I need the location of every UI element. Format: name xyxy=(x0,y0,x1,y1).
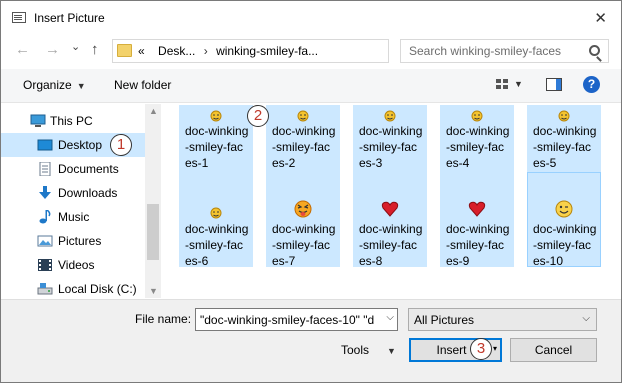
downloads-icon xyxy=(39,186,51,199)
tools-label: Tools xyxy=(341,343,370,357)
file-name: doc-winking-smiley-faces-3 xyxy=(359,124,423,170)
view-options-dropdown-icon[interactable]: ▼ xyxy=(514,79,523,89)
music-icon xyxy=(39,210,51,224)
step-1-badge: 1 xyxy=(110,134,132,156)
search-icon[interactable] xyxy=(589,45,600,56)
desktop-icon xyxy=(37,139,53,151)
file-item[interactable]: doc-winking-smiley-faces-10 xyxy=(527,172,601,268)
videos-icon xyxy=(38,259,52,271)
change-view-icon[interactable] xyxy=(496,79,509,91)
file-name: doc-winking-smiley-faces-5 xyxy=(533,124,597,170)
recent-locations-chevron-icon[interactable]: ⌄ xyxy=(71,40,80,53)
pictures-icon xyxy=(37,235,53,247)
file-name-input[interactable]: "doc-winking-smiley-faces-10" "d xyxy=(200,313,380,327)
file-type-value: All Pictures xyxy=(414,313,475,327)
search-box[interactable]: Search winking-smiley-faces xyxy=(400,39,609,63)
sidebar-item-documents[interactable]: Documents xyxy=(1,157,145,181)
file-item[interactable]: doc-winking-smiley-faces-9 xyxy=(440,172,514,268)
scrollbar-thumb[interactable] xyxy=(147,204,159,260)
dialog-icon xyxy=(12,12,26,23)
sidebar-item-label: Downloads xyxy=(58,186,118,200)
navigation-pane-scrollbar[interactable]: ▲ ▼ xyxy=(145,104,161,298)
file-name-label: File name: xyxy=(135,312,192,326)
file-type-select[interactable]: All Pictures ⌵ xyxy=(408,308,597,331)
sidebar-item-label: Pictures xyxy=(58,234,102,248)
sidebar-item-music[interactable]: Music xyxy=(1,205,145,229)
file-name: doc-winking-smiley-faces-9 xyxy=(446,222,510,268)
file-item[interactable]: doc-winking-smiley-faces-6 xyxy=(179,172,253,268)
new-folder-button[interactable]: New folder xyxy=(114,78,171,92)
command-bar: Organize ▼ New folder ▼ ? xyxy=(1,69,621,103)
title-bar: Insert Picture ✕ xyxy=(1,1,621,34)
sidebar-item-label: Music xyxy=(58,210,90,224)
cancel-button[interactable]: Cancel xyxy=(510,338,597,362)
red-heart-icon xyxy=(381,200,399,218)
insert-options-dropdown-icon[interactable]: ▾ xyxy=(493,339,497,359)
help-icon[interactable]: ? xyxy=(583,76,600,93)
sidebar-item-videos[interactable]: Videos xyxy=(1,253,145,277)
sidebar-item-label: Desktop xyxy=(58,138,103,152)
computer-icon xyxy=(30,114,46,127)
breadcrumb-separator-icon[interactable]: › xyxy=(204,44,208,58)
breadcrumb: « Desk... › winking-smiley-fa... xyxy=(138,44,318,58)
organize-label: Organize xyxy=(23,78,72,92)
sidebar-item-downloads[interactable]: Downloads xyxy=(1,181,145,205)
breadcrumb-current-folder[interactable]: winking-smiley-fa... xyxy=(216,44,318,58)
file-name: doc-winking-smiley-faces-4 xyxy=(446,124,510,170)
tools-button[interactable]: Tools ▼ xyxy=(341,343,396,357)
sidebar-item-label: Local Disk (C:) xyxy=(58,282,137,296)
winking-smiley-icon xyxy=(555,200,573,218)
dialog-title: Insert Picture xyxy=(34,11,105,25)
forward-arrow-icon[interactable]: → xyxy=(45,41,60,58)
insert-label: Insert xyxy=(436,343,467,357)
preview-pane-icon[interactable] xyxy=(546,78,562,91)
file-name: doc-winking-smiley-faces-10 xyxy=(533,222,597,268)
file-item[interactable]: doc-winking-smiley-faces-7 xyxy=(266,172,340,268)
organize-dropdown-icon: ▼ xyxy=(76,81,86,91)
insert-picture-dialog: Insert Picture ✕ ← → ⌄ ↑ « Desk... › win… xyxy=(0,0,622,383)
file-name-dropdown-icon[interactable]: ⌵ xyxy=(386,312,394,323)
breadcrumb-overflow[interactable]: « xyxy=(138,44,145,58)
scroll-down-icon[interactable]: ▼ xyxy=(149,286,158,296)
file-name: doc-winking-smiley-faces-1 xyxy=(185,124,249,170)
tools-dropdown-icon: ▼ xyxy=(387,346,396,356)
red-heart-icon xyxy=(468,200,486,218)
sidebar-item-pictures[interactable]: Pictures xyxy=(1,229,145,253)
navigation-bar: ← → ⌄ ↑ « Desk... › winking-smiley-fa...… xyxy=(1,35,621,69)
breadcrumb-desktop[interactable]: Desk... xyxy=(158,44,195,58)
sidebar-item-this-pc[interactable]: This PC xyxy=(1,109,145,133)
sidebar-item-label: This PC xyxy=(50,114,93,128)
file-item[interactable]: doc-winking-smiley-faces-8 xyxy=(353,172,427,268)
file-type-dropdown-icon[interactable]: ⌵ xyxy=(582,313,590,324)
file-name: doc-winking-smiley-faces-2 xyxy=(272,124,336,170)
sidebar-item-label: Documents xyxy=(58,162,119,176)
step-2-badge: 2 xyxy=(247,105,269,127)
disk-icon xyxy=(37,283,53,295)
search-input[interactable]: Search winking-smiley-faces xyxy=(409,44,561,58)
step-3-badge: 3 xyxy=(470,338,492,360)
address-bar[interactable]: « Desk... › winking-smiley-fa... ⌄ ↻ xyxy=(112,39,495,63)
file-name: doc-winking-smiley-faces-7 xyxy=(272,222,336,268)
sidebar-item-desktop[interactable]: Desktop 1 xyxy=(1,133,145,157)
file-name: doc-winking-smiley-faces-6 xyxy=(185,222,249,268)
folder-icon xyxy=(117,44,132,57)
sidebar-item-label: Videos xyxy=(58,258,95,272)
back-arrow-icon[interactable]: ← xyxy=(15,41,30,58)
file-name-combobox[interactable]: "doc-winking-smiley-faces-10" "d ⌵ xyxy=(195,308,398,331)
sidebar-item-local-disk[interactable]: Local Disk (C:) xyxy=(1,277,145,298)
organize-button[interactable]: Organize ▼ xyxy=(23,78,86,92)
documents-icon xyxy=(39,162,51,176)
scroll-up-icon[interactable]: ▲ xyxy=(149,106,158,116)
tongue-out-smiley-icon xyxy=(294,200,312,218)
up-arrow-icon[interactable]: ↑ xyxy=(91,41,99,58)
dialog-footer: File name: "doc-winking-smiley-faces-10"… xyxy=(1,299,621,382)
file-name: doc-winking-smiley-faces-8 xyxy=(359,222,423,268)
file-list: doc-winking-smiley-faces-1 doc-winking-s… xyxy=(171,104,611,298)
navigation-pane: This PC Desktop 1 Documents Downloads Mu… xyxy=(1,104,161,298)
close-icon[interactable]: ✕ xyxy=(594,9,607,27)
